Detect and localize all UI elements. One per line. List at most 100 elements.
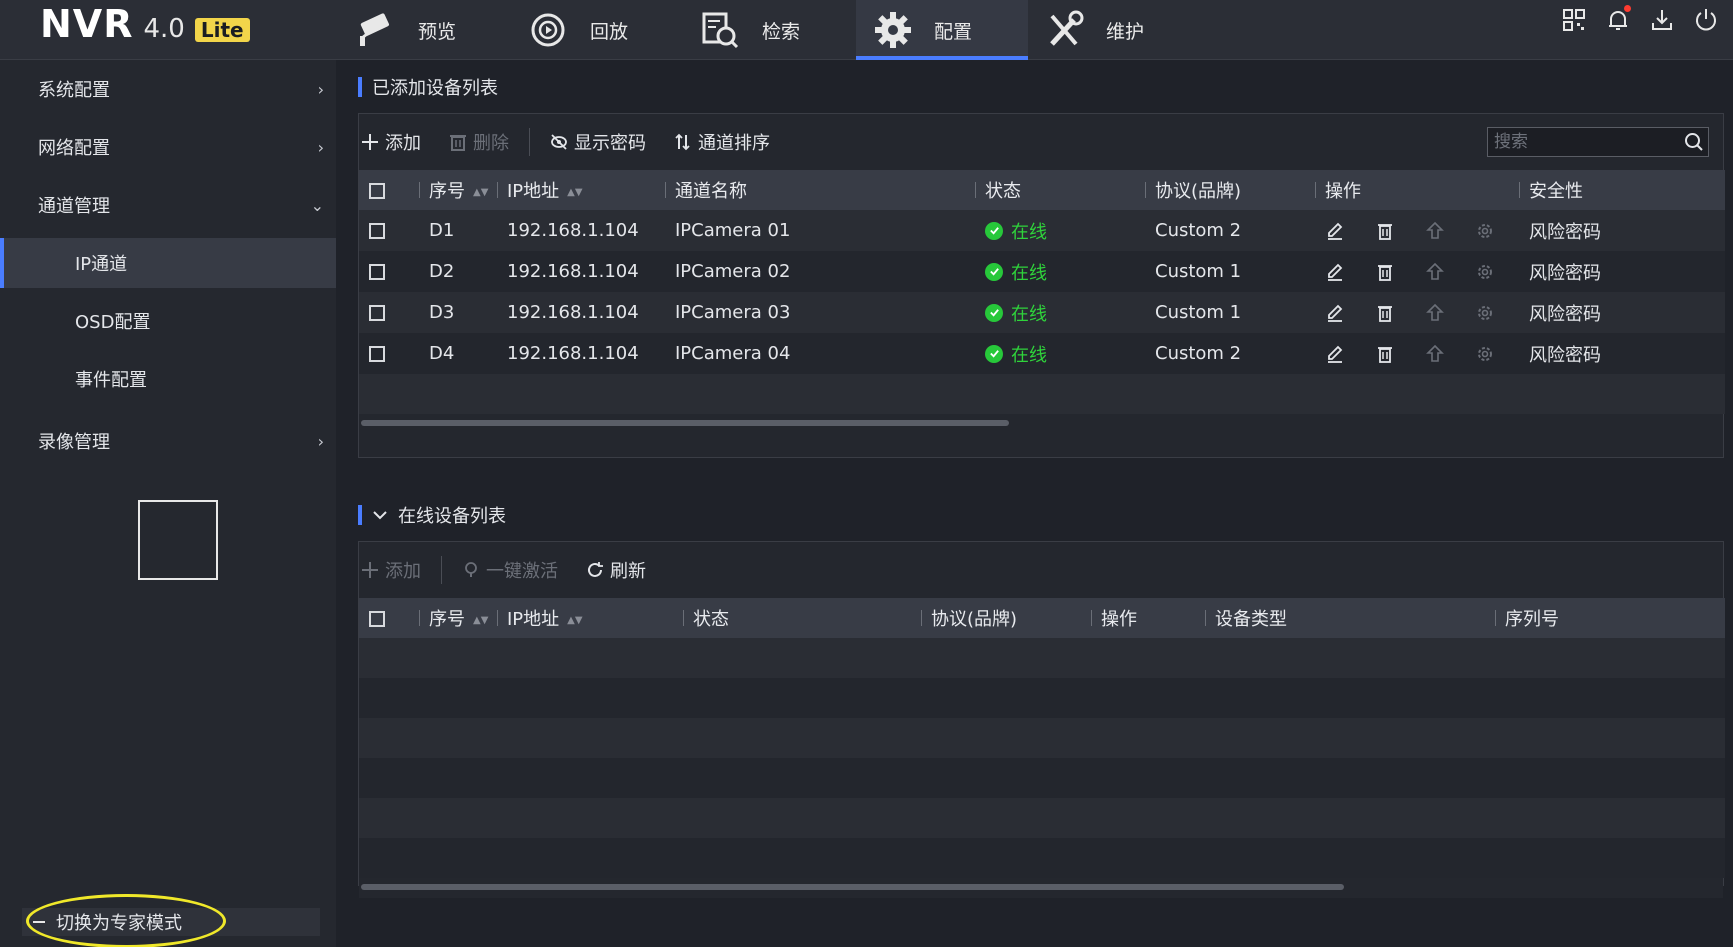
power-button[interactable] (1691, 5, 1721, 35)
status-text: 在线 (1011, 262, 1047, 284)
edit-icon[interactable] (1325, 262, 1345, 282)
cell-index: D3 (429, 302, 455, 323)
trash-icon[interactable] (1375, 344, 1395, 364)
sidebar-item-system-config[interactable]: 系统配置 › (0, 60, 336, 118)
nav-maintenance[interactable]: 维护 (1028, 0, 1200, 60)
sort-icon (675, 133, 690, 151)
sidebar-item-event-config[interactable]: 事件配置 (0, 354, 336, 404)
notification-dot (1624, 5, 1631, 12)
search-box (1487, 127, 1709, 157)
channel-sort-label: 通道排序 (698, 133, 770, 154)
notification-button[interactable] (1603, 5, 1633, 35)
cell-status: 在线 (975, 251, 1145, 292)
table-row[interactable]: D4 192.168.1.104 IPCamera 04 在线 Custom 2… (359, 333, 1725, 374)
table-row[interactable]: D3 192.168.1.104 IPCamera 03 在线 Custom 1… (359, 292, 1725, 333)
online-add-button[interactable]: 添加 (361, 557, 421, 583)
refresh-button[interactable]: 刷新 (586, 557, 646, 583)
edit-icon[interactable] (1325, 221, 1345, 241)
power-icon (1696, 9, 1716, 31)
trash-icon[interactable] (1375, 262, 1395, 282)
settings-icon[interactable] (1475, 303, 1495, 323)
search-icon[interactable] (1684, 132, 1704, 152)
download-button[interactable] (1647, 5, 1677, 35)
nav-config[interactable]: 配置 (856, 0, 1028, 60)
edit-icon[interactable] (1325, 344, 1345, 364)
column-header-ip[interactable]: IP地址 ▲▼ (497, 598, 683, 638)
nav-preview-label: 预览 (418, 20, 457, 43)
placeholder-box (138, 500, 218, 580)
cell-protocol: Custom 1 (1155, 261, 1242, 282)
scrollbar-thumb[interactable] (361, 884, 1344, 890)
chevron-down-icon[interactable] (372, 507, 388, 523)
qr-code-button[interactable] (1559, 5, 1589, 35)
sidebar-item-ip-channel[interactable]: IP通道 (0, 238, 336, 288)
logo-main: NVR (40, 2, 134, 46)
row-checkbox[interactable] (369, 305, 385, 321)
row-checkbox[interactable] (369, 264, 385, 280)
upgrade-icon[interactable] (1425, 221, 1445, 241)
cell-index: D4 (429, 343, 455, 364)
empty-row (359, 838, 1725, 878)
channel-sort-button[interactable]: 通道排序 (674, 129, 770, 155)
row-checkbox[interactable] (369, 223, 385, 239)
sort-icon: ▲▼ (567, 614, 583, 626)
trash-icon[interactable] (1375, 221, 1395, 241)
scrollbar-thumb[interactable] (361, 420, 1009, 426)
table-row[interactable]: D1 192.168.1.104 IPCamera 01 在线 Custom 2… (359, 210, 1725, 251)
settings-icon[interactable] (1475, 221, 1495, 241)
title-accent-bar (358, 505, 362, 525)
cell-channel-name: IPCamera 01 (675, 220, 791, 241)
sidebar-item-osd-config[interactable]: OSD配置 (0, 296, 336, 346)
refresh-icon (588, 562, 603, 577)
nav-preview[interactable]: 预览 (340, 0, 512, 60)
sidebar-item-channel-management[interactable]: 通道管理 ⌄ (0, 176, 336, 234)
delete-button[interactable]: 删除 (449, 129, 509, 155)
cell-security: 风险密码 (1529, 262, 1601, 284)
horizontal-scrollbar[interactable] (359, 878, 1723, 898)
cell-channel-name: IPCamera 03 (675, 302, 791, 323)
row-checkbox[interactable] (369, 346, 385, 362)
select-all-checkbox[interactable] (369, 610, 385, 627)
nav-playback[interactable]: 回放 (512, 0, 684, 60)
nav-search-label: 检索 (762, 20, 801, 43)
select-all-checkbox[interactable] (369, 182, 385, 199)
check-circle-icon (985, 344, 1003, 363)
column-header-channel-name: 通道名称 (665, 170, 975, 210)
column-header-index[interactable]: 序号 ▲▼ (419, 598, 497, 638)
column-header-index[interactable]: 序号 ▲▼ (419, 170, 497, 210)
search-input[interactable] (1494, 132, 1674, 152)
cell-status: 在线 (975, 292, 1145, 333)
column-header-ip[interactable]: IP地址 ▲▼ (497, 170, 665, 210)
select-all-cell (359, 170, 419, 210)
column-header-operation: 操作 (1091, 598, 1205, 638)
trash-icon (450, 135, 466, 151)
expert-mode-button[interactable]: 切换为专家模式 (22, 894, 320, 947)
upgrade-icon[interactable] (1425, 262, 1445, 282)
upgrade-icon[interactable] (1425, 344, 1445, 364)
edit-icon[interactable] (1325, 303, 1345, 323)
column-header-security: 安全性 (1519, 170, 1725, 210)
show-password-button[interactable]: 显示密码 (550, 129, 646, 155)
check-circle-icon (985, 262, 1003, 281)
cell-protocol: Custom 1 (1155, 302, 1242, 323)
online-list-title[interactable]: 在线设备列表 (358, 502, 506, 528)
nav-search[interactable]: 检索 (684, 0, 856, 60)
sidebar-item-network-config[interactable]: 网络配置 › (0, 118, 336, 176)
upgrade-icon[interactable] (1425, 303, 1445, 323)
table-row[interactable]: D2 192.168.1.104 IPCamera 02 在线 Custom 1… (359, 251, 1725, 292)
add-button[interactable]: 添加 (361, 129, 421, 155)
logo-badge: Lite (194, 18, 250, 42)
sort-icon: ▲▼ (473, 186, 489, 198)
trash-icon[interactable] (1375, 303, 1395, 323)
status-text: 在线 (1011, 303, 1047, 325)
switch-icon (33, 921, 45, 923)
sidebar-item-recording-management[interactable]: 录像管理 › (0, 412, 336, 470)
settings-icon[interactable] (1475, 262, 1495, 282)
horizontal-scrollbar[interactable] (359, 414, 1723, 434)
settings-icon[interactable] (1475, 344, 1495, 364)
cell-ip: 192.168.1.104 (507, 343, 639, 364)
chevron-right-icon: › (317, 79, 324, 99)
sidebar-item-label: IP通道 (75, 254, 128, 275)
activate-all-button[interactable]: 一键激活 (462, 557, 558, 583)
check-circle-icon (985, 303, 1003, 322)
